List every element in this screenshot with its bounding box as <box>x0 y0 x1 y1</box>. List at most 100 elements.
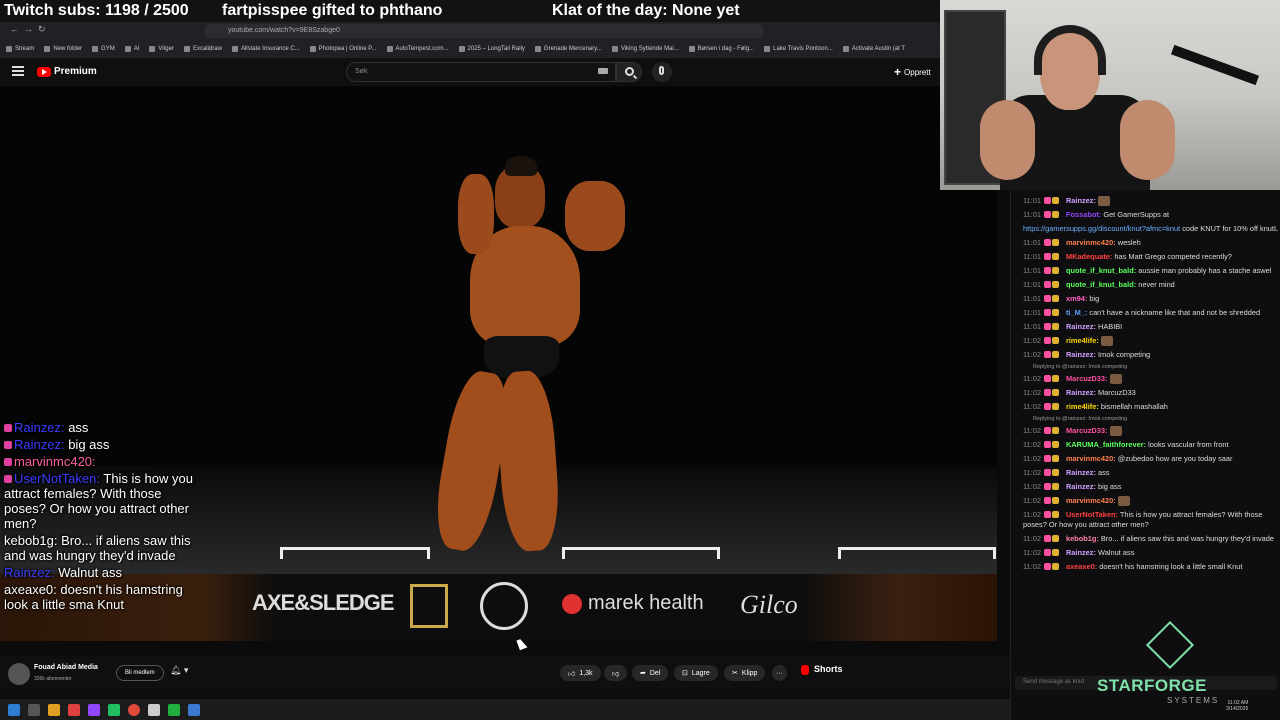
more-button[interactable]: ··· <box>772 665 787 681</box>
badge-icon <box>1043 239 1051 247</box>
chat-username[interactable]: UserNotTaken: <box>1066 510 1118 519</box>
chat-username[interactable]: KARUMA_faithforever: <box>1066 440 1146 449</box>
app-icon[interactable] <box>68 703 80 716</box>
clip-button[interactable]: ✂ Klipp <box>724 665 766 681</box>
chat-line: UserNotTaken: This is how you attract fe… <box>4 471 193 531</box>
chat-username[interactable]: MKadequate: <box>1066 252 1112 261</box>
favicon-icon <box>149 46 156 52</box>
menu-icon[interactable] <box>12 66 24 76</box>
folder-icon[interactable] <box>48 703 60 716</box>
chat-username[interactable]: Rainzez: <box>1066 482 1096 491</box>
search-input[interactable]: Søk <box>346 62 616 82</box>
emote-icon <box>1109 374 1122 385</box>
bookmark-item[interactable]: Vitger <box>149 46 174 52</box>
chat-username[interactable]: Rainzez: <box>1066 468 1096 477</box>
chat-text: Bro... if aliens saw this and was hungry… <box>1100 534 1275 544</box>
bookmark-item[interactable]: New folder <box>44 46 82 52</box>
keyboard-icon[interactable] <box>598 68 608 74</box>
emote-icon <box>1100 336 1113 347</box>
app-icon[interactable] <box>168 703 180 716</box>
twitch-icon[interactable] <box>88 703 100 716</box>
chrome-icon[interactable] <box>128 703 140 716</box>
dislike-button[interactable]: 👎︎ <box>604 665 628 681</box>
spotify-icon[interactable] <box>108 703 120 716</box>
chat-username[interactable]: MarcuzD33: <box>1066 374 1107 383</box>
emote-icon <box>1098 196 1110 207</box>
chat-username[interactable]: rime4life: <box>1066 336 1099 345</box>
bookmark-item[interactable]: GYM <box>92 46 115 52</box>
chat-timestamp: 11:01 <box>1023 294 1041 304</box>
address-bar[interactable]: youtube.com/watch?v=9E8Szabge0 <box>204 24 764 38</box>
chat-badges-icon <box>1043 427 1066 435</box>
chat-text: code KNUT for 10% off knutL <box>1182 224 1279 234</box>
voice-search-button[interactable] <box>652 62 672 82</box>
bookmark-item[interactable]: Excalidraw <box>183 46 222 52</box>
bookmark-item[interactable]: Grenade Mercenary... <box>534 46 602 52</box>
chat-username[interactable]: rime4life: <box>1066 402 1099 411</box>
app-icon[interactable] <box>188 703 200 716</box>
chat-username[interactable]: axeaxe0: <box>1066 562 1097 571</box>
start-icon[interactable] <box>8 703 20 716</box>
back-icon[interactable]: ← <box>10 24 19 34</box>
chat-timestamp: 11:02 <box>1023 468 1041 478</box>
bookmark-item[interactable]: AutoTempest.com... <box>386 46 449 52</box>
chat-username[interactable]: Rainzez: <box>1066 388 1096 397</box>
chat-link[interactable]: https://gamersupps.gg/discount/knut?afmc… <box>1023 224 1180 233</box>
bookmark-item[interactable]: Activate Austin (at T <box>842 46 905 52</box>
chat-username[interactable]: Rainzez: <box>1066 322 1096 331</box>
bell-icon[interactable]: 🔔︎ ▾ <box>170 665 188 676</box>
like-button[interactable]: 👍︎ 1,3k <box>560 665 601 681</box>
chat-badges-icon <box>1043 309 1066 317</box>
bookmark-item[interactable]: Børsen i dag - Følg... <box>688 46 754 52</box>
badge-icon <box>1043 337 1051 345</box>
chat-username[interactable]: marvinmc420: <box>1066 238 1116 247</box>
share-button[interactable]: ➦ Del <box>632 665 669 681</box>
chat-username[interactable]: Rainzez: <box>1066 548 1096 557</box>
chat-badges-icon <box>1043 197 1066 205</box>
chat-username[interactable]: kebob1g: <box>1066 534 1099 543</box>
chat-username[interactable]: Rainzez: <box>1066 196 1096 205</box>
search-icon[interactable] <box>28 703 40 716</box>
chat-badges-icon <box>1043 483 1066 491</box>
chat-username[interactable]: quote_if_knut_bald: <box>1066 280 1136 289</box>
chat-username[interactable]: Rainzez: <box>1066 350 1096 359</box>
chat-username[interactable]: xm94: <box>1066 294 1087 303</box>
chat-username[interactable]: quote_if_knut_bald: <box>1066 266 1136 275</box>
bookmark-item[interactable]: Stream <box>6 46 34 52</box>
system-clock[interactable]: 11:02 AM 3/14/2026 <box>1226 700 1248 712</box>
bookmark-item[interactable]: Photopea | Online P... <box>309 46 377 52</box>
chat-username[interactable]: marvinmc420: <box>1066 454 1116 463</box>
starforge-logo: STARFORGE <box>1097 676 1207 695</box>
bookmark-item[interactable]: 2025 – LongTail Rally <box>458 46 525 52</box>
chat-username[interactable]: Fossabot: <box>1066 210 1101 219</box>
badge-icon <box>1051 323 1059 331</box>
create-button[interactable]: + Opprett <box>894 64 931 80</box>
badge-icon <box>1043 309 1051 317</box>
app-icon[interactable] <box>148 703 160 716</box>
gift-notice: fartpisspee gifted to phthano <box>222 2 443 19</box>
chat-message: 11:02 marvinmc420: <box>1023 496 1279 507</box>
chat-badges-icon <box>1043 389 1066 397</box>
save-button[interactable]: ⊡ Lagre <box>674 665 718 681</box>
chat-reply-context: Replying to @rainzez: Imok competing <box>1033 364 1128 371</box>
chat-username[interactable]: ti_M_: <box>1066 308 1087 317</box>
chat-timestamp: 11:02 <box>1023 496 1041 506</box>
bookmark-item[interactable]: AI <box>124 46 139 52</box>
chat-timestamp: 11:02 <box>1023 402 1041 412</box>
folder-icon <box>6 46 12 52</box>
bookmark-item[interactable]: Allstate Insurance C... <box>231 46 300 52</box>
forward-icon[interactable]: → <box>24 24 33 34</box>
badge-icon <box>1051 197 1059 205</box>
chat-username[interactable]: MarcuzD33: <box>1066 426 1107 435</box>
chat-username[interactable]: marvinmc420: <box>1066 496 1116 505</box>
bookmark-item[interactable]: Viking Syttende Mai... <box>611 46 679 52</box>
chat-message: 11:02 Rainzez: big ass <box>1023 482 1279 492</box>
bookmark-item[interactable]: Lake Travis Pontoon... <box>764 46 833 52</box>
reload-icon[interactable]: ↻ <box>38 24 46 35</box>
join-button[interactable]: Bli medlem <box>116 665 164 681</box>
channel-name[interactable]: Fouad Abiad Media <box>34 664 98 671</box>
youtube-logo[interactable]: Premium <box>37 66 97 77</box>
avatar[interactable] <box>8 663 30 685</box>
search-button[interactable] <box>616 62 642 82</box>
badge-icon <box>4 458 12 466</box>
